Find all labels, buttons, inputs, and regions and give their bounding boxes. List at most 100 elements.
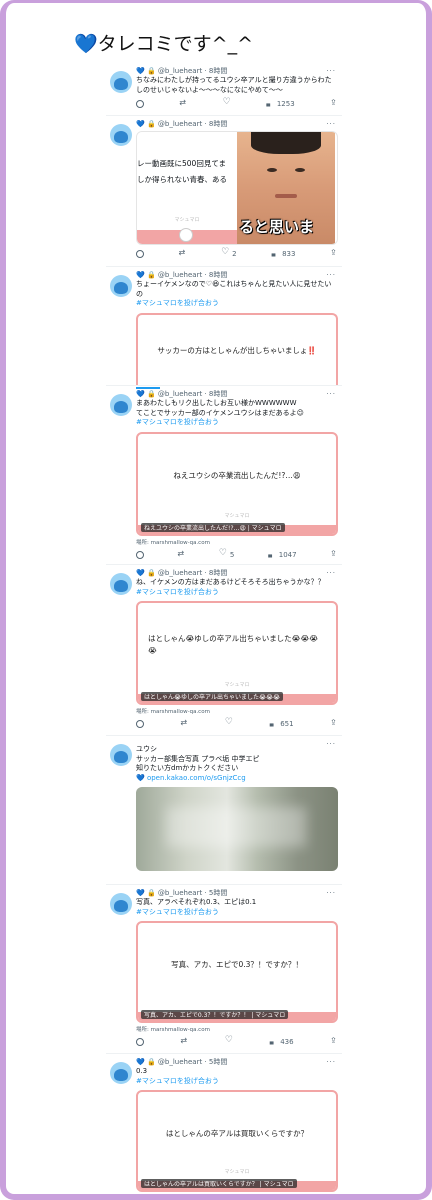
views-count: 436 [280,1038,294,1046]
tweet-time[interactable]: 8時間 [209,67,227,75]
blurred-photo[interactable] [136,787,338,871]
avatar[interactable] [110,744,132,766]
tweet[interactable]: 💙 🔒 @b_lueheart · 8時間 ··· ちょーイケメンなので♡😆これは… [106,267,342,389]
reply-button[interactable] [136,1038,144,1046]
share-button[interactable] [330,718,338,728]
tweet-handle[interactable]: @b_lueheart [158,1058,202,1066]
tweet-handle[interactable]: @b_lueheart [158,889,202,897]
tweet-header: 💙 🔒 @b_lueheart · 8時間 ··· [136,270,336,280]
photo-caption: ると思いま [239,218,315,236]
bar-chart-icon [268,551,276,559]
more-options-icon[interactable]: ··· [326,389,336,399]
retweet-button[interactable] [179,98,187,108]
like-button[interactable]: 5 [219,548,234,559]
page-frame: 💙タレコミです^_^ 💙 🔒 @b_lueheart · 8時間 ··· ちなみに… [0,0,432,1200]
retweet-button[interactable] [180,1036,188,1046]
hashtag-link[interactable]: #マシュマロを投げ合おう [136,418,338,428]
views-button[interactable]: 1047 [268,551,297,559]
more-options-icon[interactable]: ··· [326,119,336,129]
avatar[interactable] [110,124,132,146]
brand-label: マシュマロ [174,217,200,223]
like-button[interactable]: 2 [221,247,236,258]
share-button[interactable] [330,98,338,108]
avatar[interactable] [110,893,132,915]
hashtag-link[interactable]: #マシュマロを投げ合おう [136,908,338,918]
more-options-icon[interactable]: ··· [326,1057,336,1067]
tweet-time[interactable]: 5時間 [209,1058,227,1066]
avatar[interactable] [110,573,132,595]
retweet-icon [179,98,187,108]
marshmallow-card[interactable]: 写真、アカ、エピで0.3？！ですか？！ 写真、アカ、エピで0.3？！ですか？！ … [136,921,338,1023]
views-button[interactable]: 436 [269,1038,293,1046]
tweet-media[interactable]: レー動画既に500回見てま しか得られない青春、ある マシュマロ ると思いま [136,131,338,245]
more-options-icon[interactable]: ··· [326,66,336,76]
tweet-time[interactable]: 5時間 [209,889,227,897]
tweet-time[interactable]: 8時間 [209,390,227,398]
share-button[interactable] [330,248,338,258]
retweet-button[interactable] [177,549,185,559]
tweet-handle[interactable]: @b_lueheart [158,120,202,128]
tweet-handle[interactable]: @b_lueheart [158,569,202,577]
tweet-actions: 2 833 [136,245,338,263]
avatar[interactable] [110,394,132,416]
marshmallow-card[interactable]: サッカーの方はとしゃんが出しちゃいましょ‼️ [136,312,338,385]
views-count: 651 [280,720,294,728]
tweet-handle[interactable]: @b_lueheart [158,67,202,75]
avatar[interactable] [110,275,132,297]
share-icon [330,1036,338,1046]
hashtag-link[interactable]: #マシュマロを投げ合おう [136,1077,338,1087]
retweet-icon [180,718,188,728]
tweet-time[interactable]: 8時間 [209,271,227,279]
more-options-icon[interactable]: ··· [326,739,336,749]
reply-icon [136,250,144,258]
retweet-button[interactable] [179,248,187,258]
reply-button[interactable] [136,720,144,728]
hashtag-link[interactable]: #マシュマロを投げ合おう [136,588,338,598]
tweet-actions: 1253 [136,95,338,113]
source-site[interactable]: 場所: marshmallow-qa.com [136,1025,338,1033]
like-button[interactable] [223,97,231,108]
avatar[interactable] [110,71,132,93]
views-button[interactable]: 1253 [266,100,295,108]
reply-icon [136,1038,144,1046]
more-options-icon[interactable]: ··· [326,568,336,578]
kakao-link[interactable]: 💙 open.kakao.com/o/sGnjzCcg [136,774,338,784]
tweet-handle[interactable]: @b_lueheart [158,271,202,279]
more-options-icon[interactable]: ··· [326,888,336,898]
like-button[interactable] [225,1035,233,1046]
tweet-handle[interactable]: @b_lueheart [158,390,202,398]
marshmallow-card[interactable]: はとしゃんの卒アルは買取いくらですか？ マシュマロ はとしゃんの卒アルは買取いく… [136,1090,338,1192]
tweet[interactable]: 💙 🔒 @b_lueheart · 5時間 ··· 0.3 #マシュマロを投げ合お… [106,1054,342,1194]
share-button[interactable] [330,1036,338,1046]
hashtag-link[interactable]: #マシュマロを投げ合おう [136,299,338,309]
bar-chart-icon [266,100,274,108]
avatar[interactable] [110,1062,132,1084]
tweet[interactable]: 💙 🔒 @b_lueheart · 5時間 ··· 写真、アラベそれぞれ0.3、エ… [106,885,342,1054]
tweet[interactable]: 💙 🔒 @b_lueheart · 8時間 ··· ちなみにわたしが持ってるユウシ… [106,63,342,116]
marshmallow-card[interactable]: ねえユウシの卒業流出したんだ!?…😩 マシュマロ ねえユウシの卒業流出したんだ!… [136,431,338,536]
tweet[interactable]: 💙 🔒 @b_lueheart · 8時間 ··· ね、イケメンの方はまだあるけど… [106,565,342,736]
heart-icon [221,247,229,258]
retweet-button[interactable] [180,718,188,728]
tweet-time[interactable]: 8時間 [209,120,227,128]
source-site[interactable]: 場所: marshmallow-qa.com [136,538,338,546]
reply-button[interactable] [136,550,144,559]
heart-icon: 💙 [136,120,145,128]
tweet-time[interactable]: 8時間 [209,569,227,577]
card-caption: ねえユウシの卒業流出したんだ!?…😩 | マシュマロ [141,522,285,532]
tweet-header: 💙 🔒 @b_lueheart · 5時間 ··· [136,1057,336,1067]
tweet[interactable]: 💙 🔒 @b_lueheart · 8時間 ··· まあわたしもリク出したしお互い… [106,386,342,565]
marshmallow-card[interactable]: はとしゃん😭ゆしの卒アル出ちゃいました😭😭😭😭 マシュマロ はとしゃん😭ゆしの卒… [136,601,338,705]
reply-button[interactable] [136,250,144,258]
tweet-header: ··· [136,739,338,748]
more-options-icon[interactable]: ··· [326,270,336,280]
share-button[interactable] [330,549,338,559]
source-site[interactable]: 場所: marshmallow-qa.com [136,707,338,715]
views-button[interactable]: 651 [269,720,293,728]
like-button[interactable] [225,717,233,728]
views-button[interactable]: 833 [271,250,295,258]
reply-button[interactable] [136,100,144,108]
lock-icon: 🔒 [146,1058,156,1066]
tweet[interactable]: 💙 🔒 @b_lueheart · 8時間 ··· レー動画既に500回見てま し… [106,116,342,267]
tweet[interactable]: ··· ユウシ サッカー部集合写真 プラベ垢 中学エピ 知りたい方dmかカトクく… [106,736,342,885]
